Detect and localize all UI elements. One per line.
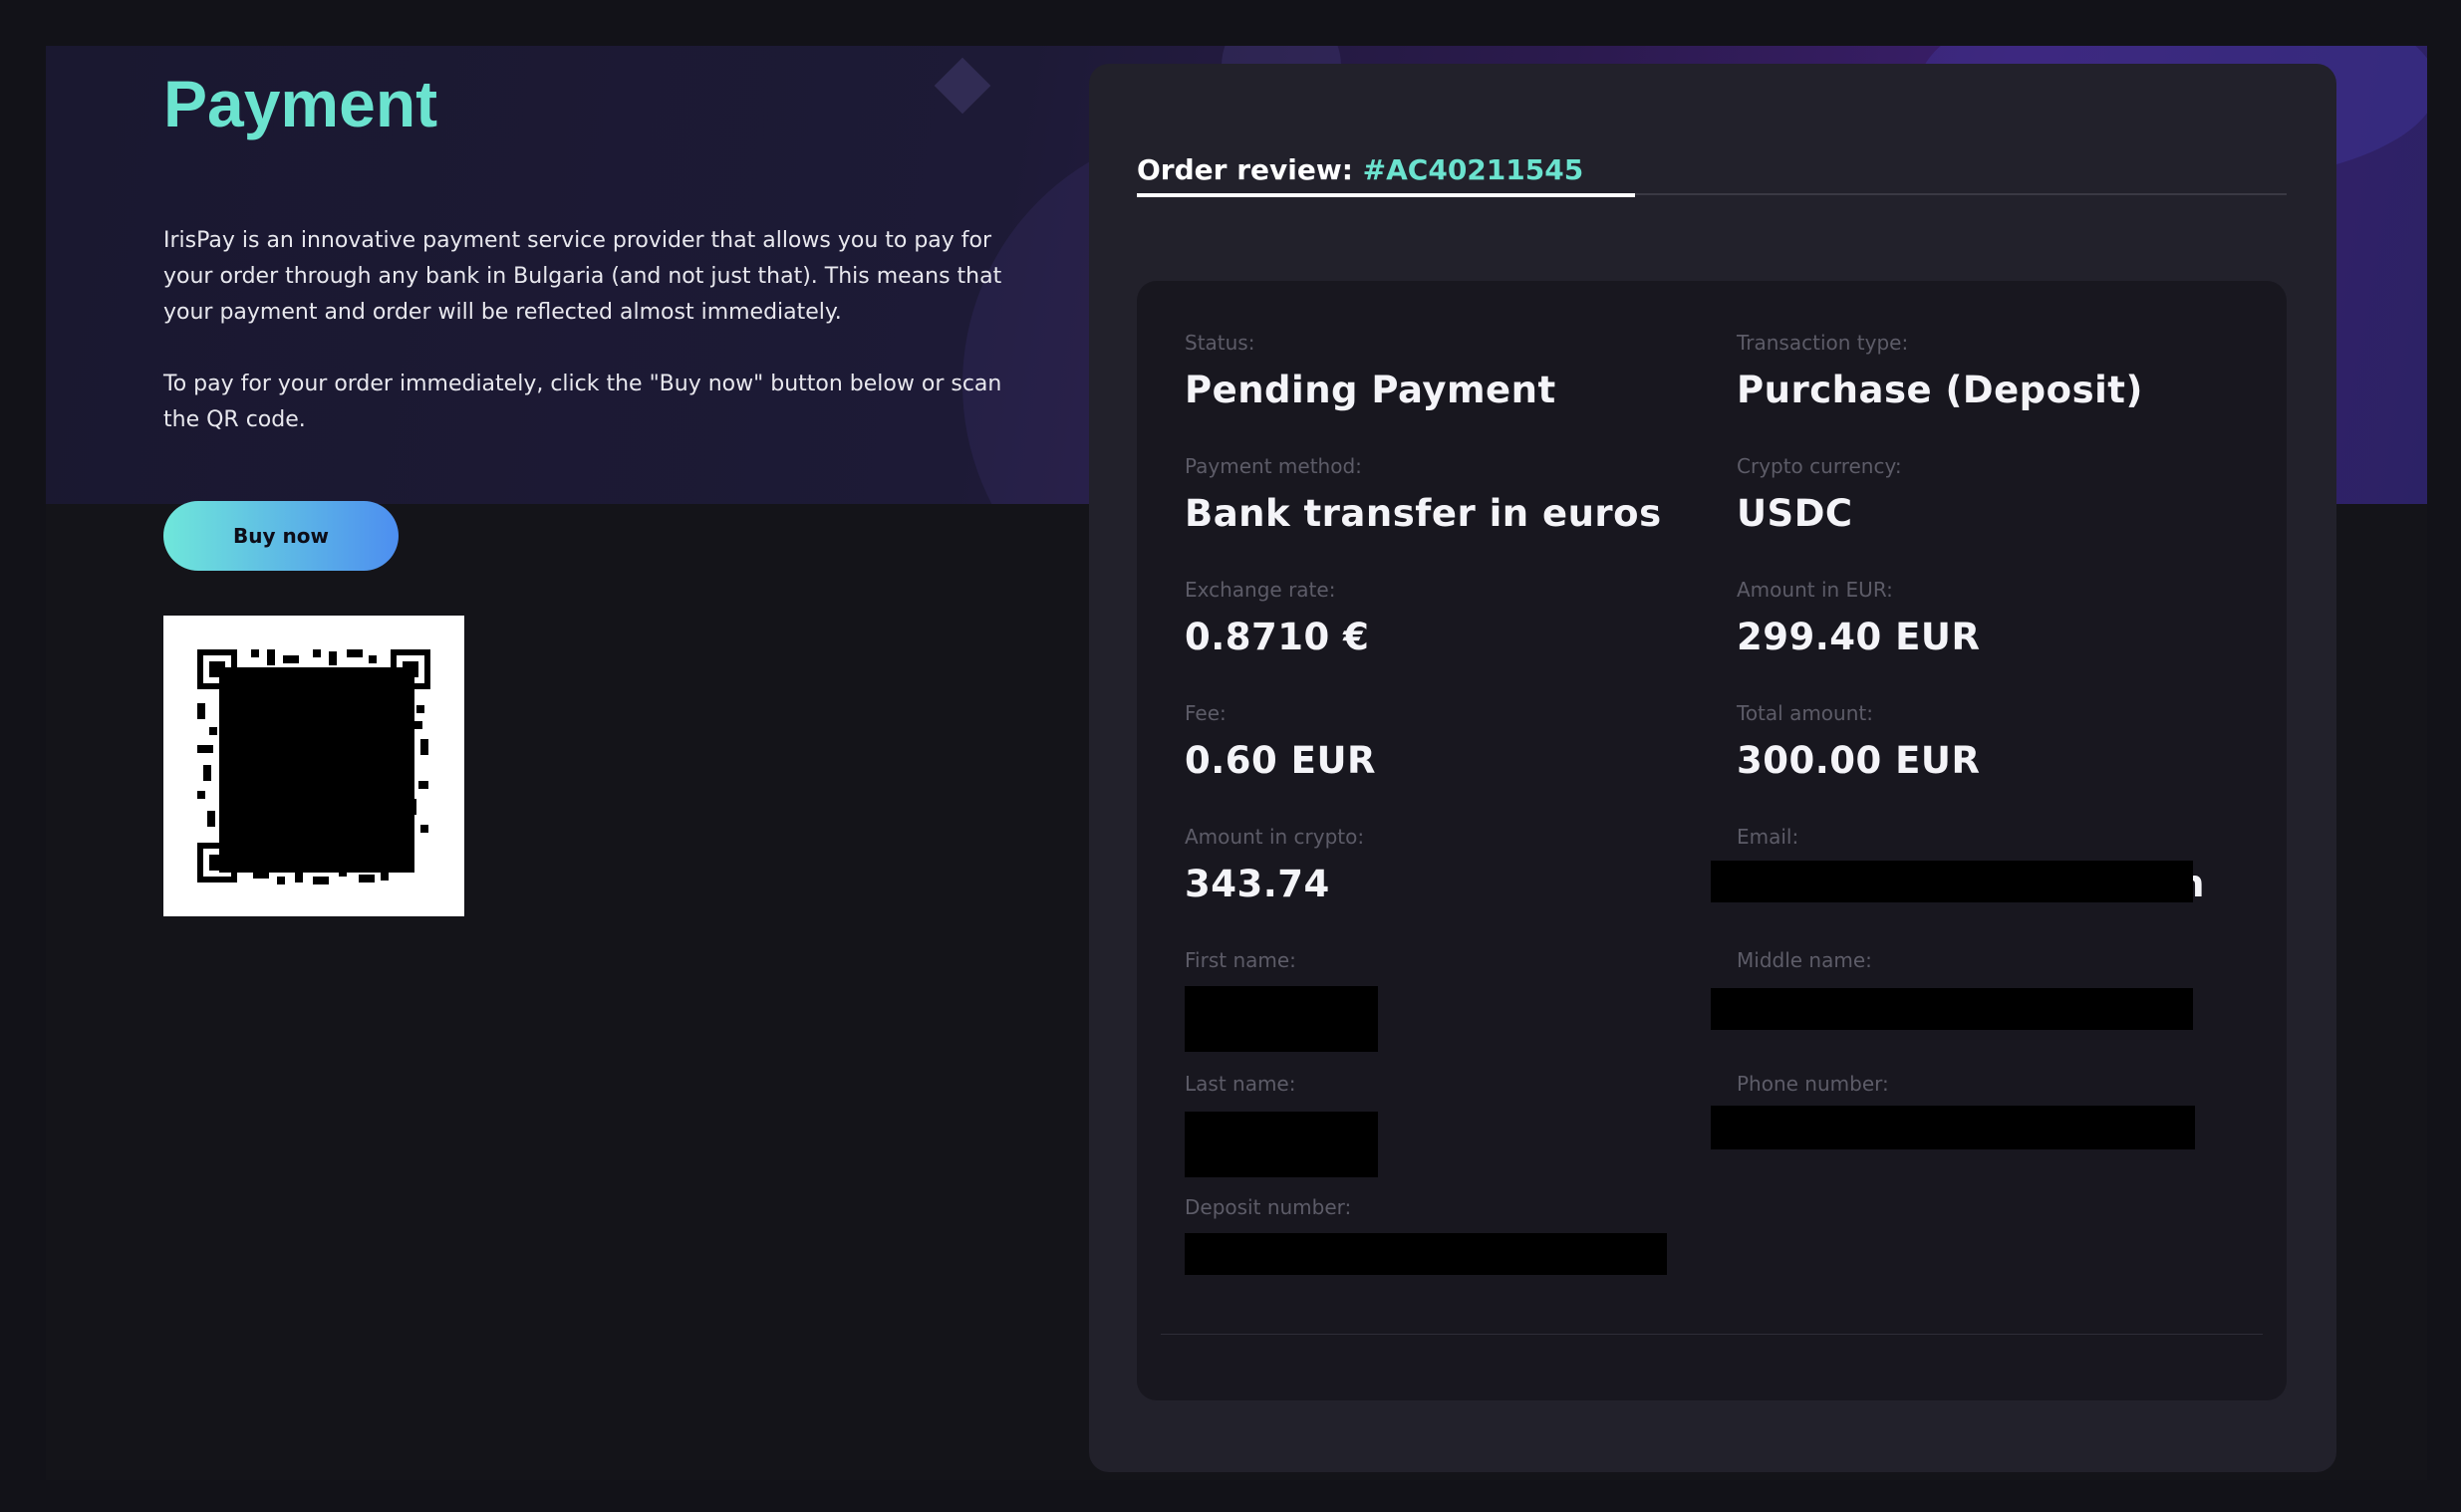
deposit-number-redaction: [1185, 1233, 1667, 1275]
intro-paragraph-1: IrisPay is an innovative payment service…: [163, 228, 1002, 325]
total-amount-field: Total amount: 300.00 EUR: [1737, 701, 2255, 782]
amount-eur-label: Amount in EUR:: [1737, 578, 1893, 602]
transaction-type-field: Transaction type: Purchase (Deposit): [1737, 331, 2255, 411]
divider: [1161, 1334, 2263, 1335]
exchange-rate-value: 0.8710 €: [1185, 616, 1370, 658]
amount-crypto-field: Amount in crypto: 343.74: [1185, 825, 1703, 905]
exchange-rate-label: Exchange rate:: [1185, 578, 1336, 602]
order-number: #AC40211545: [1362, 153, 1584, 186]
first-name-redaction: [1185, 986, 1378, 1052]
crypto-currency-field: Crypto currency: USDC: [1737, 454, 2255, 535]
exchange-rate-field: Exchange rate: 0.8710 €: [1185, 578, 1703, 658]
middle-name-label: Middle name:: [1737, 948, 1872, 972]
crypto-currency-value: USDC: [1737, 492, 1853, 535]
qr-code-image: [197, 649, 430, 884]
total-amount-label: Total amount:: [1737, 701, 1873, 725]
transaction-type-value: Purchase (Deposit): [1737, 369, 2143, 411]
buy-now-button[interactable]: Buy now: [163, 501, 399, 571]
decorative-diamond: [934, 57, 991, 115]
total-amount-value: 300.00 EUR: [1737, 739, 1981, 782]
deposit-number-field: Deposit number:: [1185, 1195, 1703, 1233]
phone-number-redaction: [1711, 1106, 2195, 1149]
viewport: Payment IrisPay is an innovative payment…: [0, 0, 2461, 1512]
last-name-field: Last name:: [1185, 1072, 1703, 1110]
page-title: Payment: [163, 67, 438, 140]
payment-page: Payment IrisPay is an innovative payment…: [46, 46, 2427, 1480]
status-value: Pending Payment: [1185, 369, 1556, 411]
fee-label: Fee:: [1185, 701, 1227, 725]
fee-value: 0.60 EUR: [1185, 739, 1376, 782]
last-name-label: Last name:: [1185, 1072, 1296, 1096]
amount-eur-field: Amount in EUR: 299.40 EUR: [1737, 578, 2255, 658]
payment-method-value: Bank transfer in euros: [1185, 492, 1662, 535]
qr-code: [163, 616, 464, 916]
fee-field: Fee: 0.60 EUR: [1185, 701, 1703, 782]
intro-text: IrisPay is an innovative payment service…: [163, 223, 1040, 474]
last-name-redaction: [1185, 1112, 1378, 1177]
intro-paragraph-2: To pay for your order immediately, click…: [163, 372, 1002, 432]
amount-crypto-value: 343.74: [1185, 863, 1330, 905]
phone-number-label: Phone number:: [1737, 1072, 1889, 1096]
tab-strip: Order review: #AC40211545: [1137, 153, 2287, 197]
tab-order-review[interactable]: Order review: #AC40211545: [1137, 153, 1635, 197]
order-review-card: Order review: #AC40211545 Status: Pendin…: [1089, 64, 2336, 1472]
phone-number-field: Phone number:: [1737, 1072, 2255, 1110]
first-name-field: First name:: [1185, 948, 1703, 986]
email-redaction: [1711, 861, 2193, 902]
status-label: Status:: [1185, 331, 1255, 355]
amount-eur-value: 299.40 EUR: [1737, 616, 1981, 658]
transaction-type-label: Transaction type:: [1737, 331, 1909, 355]
crypto-currency-label: Crypto currency:: [1737, 454, 1902, 478]
deposit-number-label: Deposit number:: [1185, 1195, 1352, 1219]
middle-name-field: Middle name:: [1737, 948, 2255, 986]
payment-method-field: Payment method: Bank transfer in euros: [1185, 454, 1703, 535]
first-name-label: First name:: [1185, 948, 1296, 972]
amount-crypto-label: Amount in crypto:: [1185, 825, 1365, 849]
payment-method-label: Payment method:: [1185, 454, 1362, 478]
status-field: Status: Pending Payment: [1185, 331, 1703, 411]
tab-label: Order review:: [1137, 153, 1353, 186]
middle-name-redaction: [1711, 988, 2193, 1030]
email-label: Email:: [1737, 825, 1799, 849]
order-details-panel: Status: Pending Payment Transaction type…: [1137, 281, 2287, 1400]
